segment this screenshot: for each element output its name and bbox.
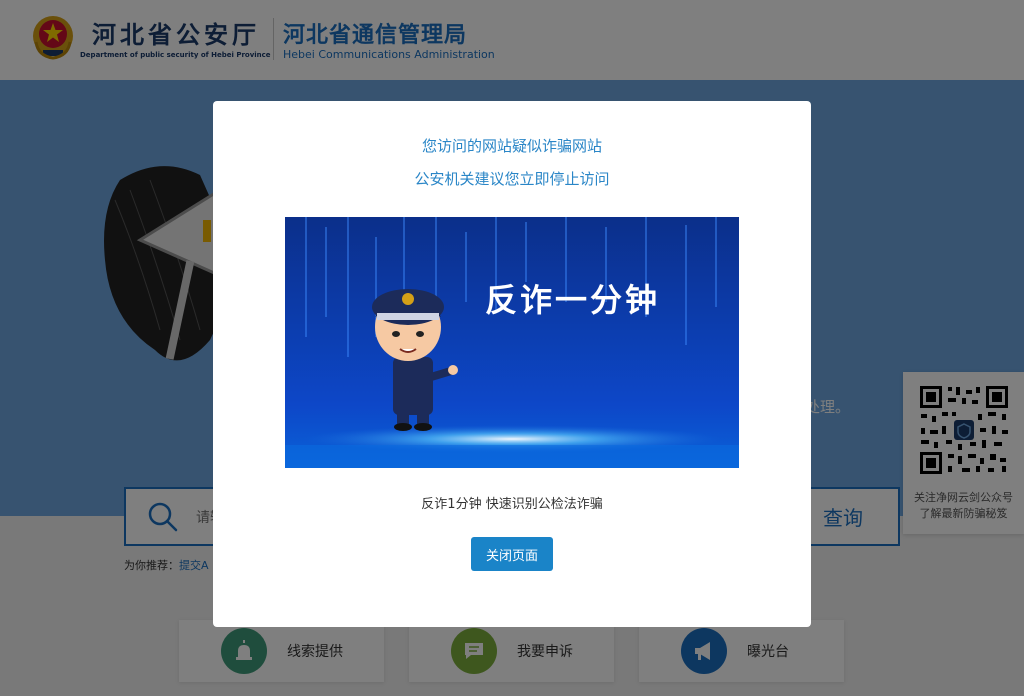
- close-page-button[interactable]: 关闭页面: [471, 537, 553, 571]
- warning-modal: 您访问的网站疑似诈骗网站 公安机关建议您立即停止访问 反诈一分钟 反诈1分钟 快…: [213, 101, 811, 627]
- warning-message-line2: 公安机关建议您立即停止访问: [414, 170, 610, 188]
- video-background: [285, 217, 739, 468]
- video-title: 反诈一分钟: [485, 281, 661, 319]
- video-caption: 反诈1分钟 快速识别公检法诈骗: [421, 497, 603, 512]
- warning-message-line1: 您访问的网站疑似诈骗网站: [421, 137, 602, 155]
- video-thumbnail[interactable]: 反诈一分钟: [285, 217, 739, 468]
